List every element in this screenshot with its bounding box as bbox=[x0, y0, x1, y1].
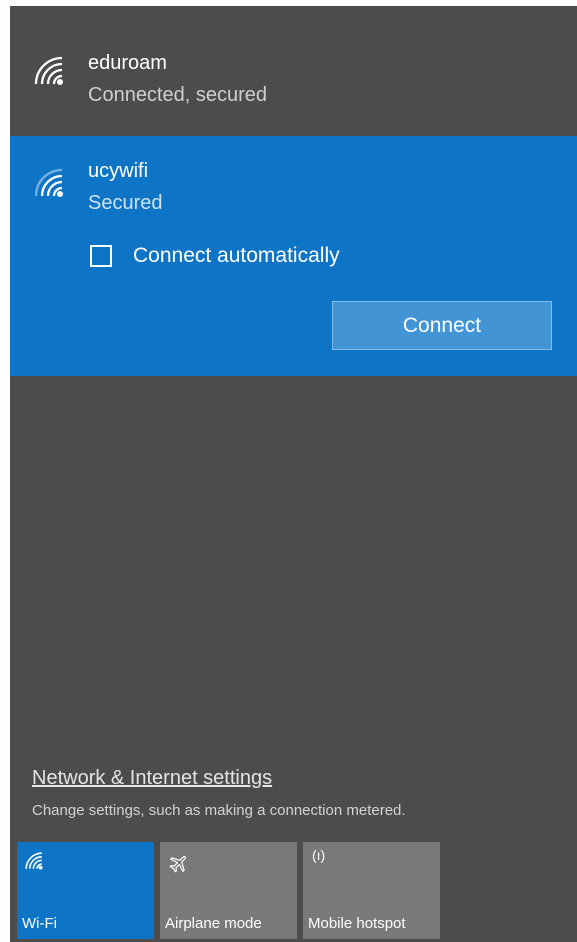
checkbox-box[interactable] bbox=[90, 245, 112, 267]
wifi-icon bbox=[34, 168, 63, 197]
wifi-icon bbox=[25, 852, 43, 870]
network-flyout: eduroam Connected, secured ucywifi Secur… bbox=[10, 6, 577, 942]
network-status: Secured bbox=[88, 192, 163, 214]
network-settings-link[interactable]: Network & Internet settings bbox=[32, 767, 272, 790]
airplane-icon bbox=[169, 855, 187, 873]
network-status: Connected, secured bbox=[88, 84, 268, 106]
mobile-hotspot-tile[interactable]: (ı) Mobile hotspot bbox=[303, 842, 440, 939]
tile-label: Wi-Fi bbox=[22, 915, 57, 932]
wifi-icon bbox=[34, 56, 63, 85]
network-item-ucywifi[interactable]: ucywifi Secured Connect automatically Co… bbox=[10, 136, 577, 376]
network-settings-description: Change settings, such as making a connec… bbox=[32, 802, 406, 819]
connect-automatically-label: Connect automatically bbox=[133, 244, 340, 267]
tile-label: Airplane mode bbox=[165, 915, 262, 932]
airplane-mode-tile[interactable]: Airplane mode bbox=[160, 842, 297, 939]
tile-label: Mobile hotspot bbox=[308, 915, 406, 932]
wifi-toggle-tile[interactable]: Wi-Fi bbox=[17, 842, 154, 939]
network-item-eduroam[interactable]: eduroam Connected, secured bbox=[10, 6, 577, 136]
hotspot-icon: (ı) bbox=[312, 847, 326, 863]
connect-button[interactable]: Connect bbox=[332, 301, 552, 350]
network-name: eduroam bbox=[88, 52, 167, 74]
network-name: ucywifi bbox=[88, 160, 149, 182]
